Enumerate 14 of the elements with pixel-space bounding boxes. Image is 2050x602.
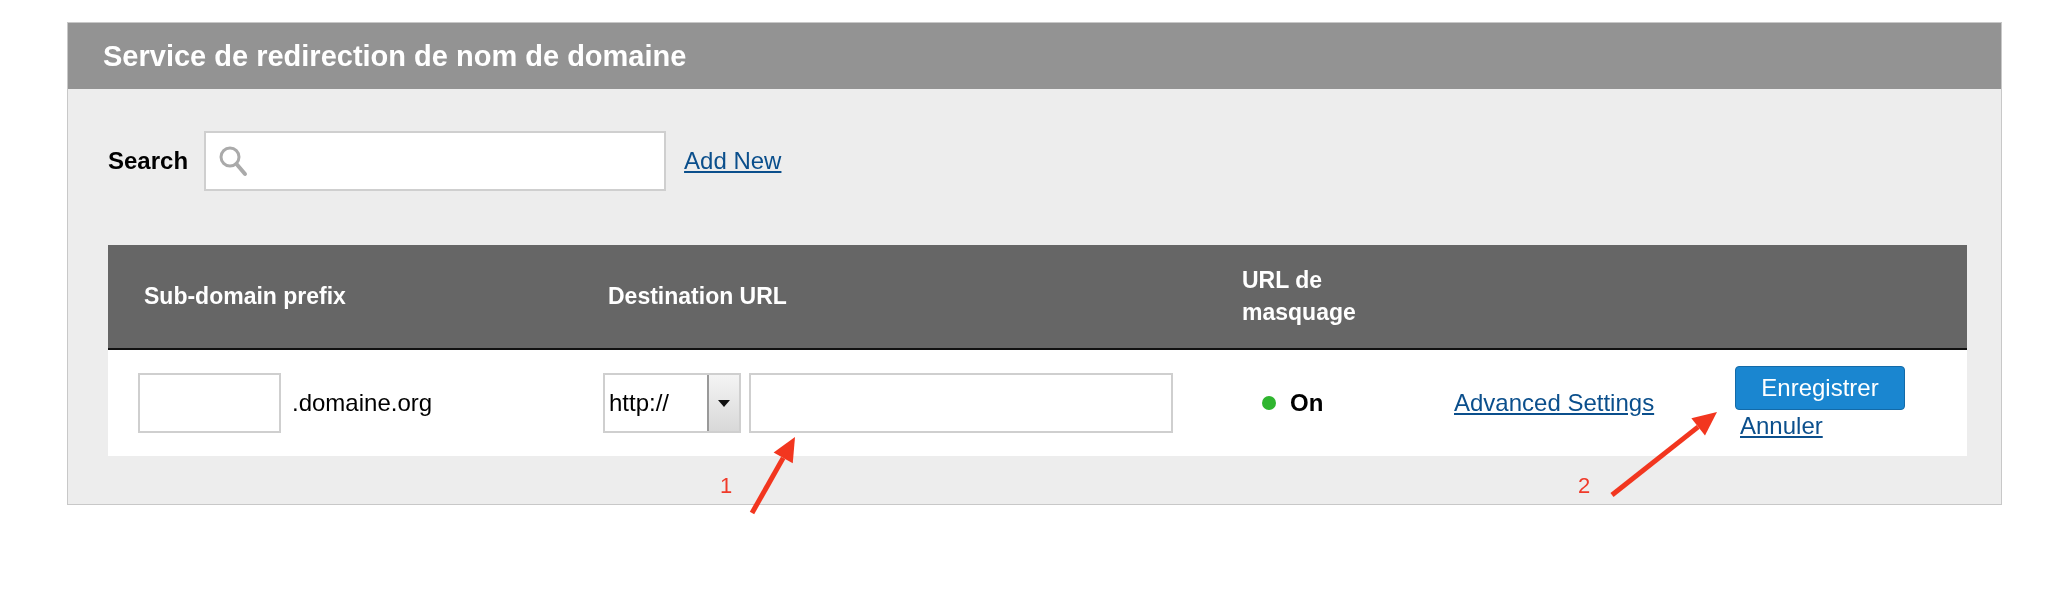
masking-status: On: [1290, 389, 1324, 417]
column-header: Sub-domain prefix: [143, 281, 347, 311]
protocol-dropdown[interactable]: http://: [603, 373, 741, 433]
add-new-link[interactable]: Add New: [684, 147, 782, 175]
save-button[interactable]: Enregistrer: [1735, 366, 1905, 410]
column-header: URL de masquage: [1241, 266, 1357, 327]
column-header: Destination URL: [607, 281, 788, 311]
annotation-number: 1: [720, 473, 733, 499]
cancel-link[interactable]: Annuler: [1740, 412, 1823, 440]
annotation-number: 2: [1578, 473, 1591, 499]
advanced-settings-link[interactable]: Advanced Settings: [1454, 389, 1655, 416]
search-label: Search: [108, 147, 189, 175]
domain-suffix: .domaine.org: [292, 389, 433, 417]
panel-title: Service de redirection de nom de domaine: [103, 39, 687, 73]
